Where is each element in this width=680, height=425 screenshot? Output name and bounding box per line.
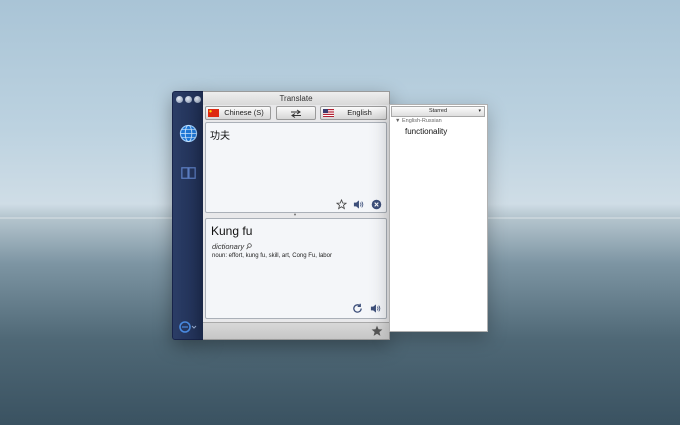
search-icon[interactable] bbox=[246, 243, 252, 250]
close-window-button[interactable] bbox=[176, 96, 183, 103]
dictionary-label-text: dictionary bbox=[212, 242, 245, 251]
window-title: Translate bbox=[203, 92, 389, 105]
clear-icon[interactable] bbox=[371, 199, 382, 210]
chevron-down-icon: ▾ bbox=[478, 108, 481, 114]
starred-toggle-star-icon[interactable] bbox=[371, 325, 383, 337]
translate-window: Translate Chinese (S) English 功夫 Kung fu… bbox=[203, 91, 390, 340]
language-menu-icon[interactable] bbox=[178, 321, 198, 333]
dictionary-label: dictionary bbox=[212, 242, 252, 251]
disclosure-triangle-icon[interactable]: ▼ bbox=[395, 118, 400, 124]
source-language-label: Chinese (S) bbox=[224, 108, 264, 117]
us-flag-icon bbox=[323, 109, 334, 117]
swap-languages-button[interactable] bbox=[276, 106, 316, 120]
refresh-icon[interactable] bbox=[352, 303, 363, 314]
pane-splitter[interactable] bbox=[293, 213, 297, 216]
starred-group-label: English-Russian bbox=[401, 118, 442, 124]
zoom-window-button[interactable] bbox=[194, 96, 201, 103]
swap-arrows-icon bbox=[291, 109, 301, 118]
source-language-button[interactable]: Chinese (S) bbox=[205, 106, 271, 120]
starred-group[interactable]: ▼ English-Russian bbox=[395, 118, 442, 124]
star-icon[interactable] bbox=[336, 199, 347, 210]
globe-icon[interactable] bbox=[179, 124, 198, 143]
translation-meanings: noun: effort, kung fu, skill, art, Cong … bbox=[212, 253, 332, 259]
sidebar bbox=[172, 91, 205, 340]
source-text[interactable]: 功夫 bbox=[210, 127, 230, 142]
target-language-button[interactable]: English bbox=[320, 106, 387, 120]
language-bar: Chinese (S) English bbox=[203, 105, 389, 122]
china-flag-icon bbox=[208, 109, 219, 117]
translation-result-area: Kung fu dictionary noun: effort, kung fu… bbox=[205, 218, 387, 319]
translated-word: Kung fu bbox=[211, 224, 253, 238]
bottom-bar bbox=[203, 322, 389, 339]
starred-header-label: Starred bbox=[428, 108, 448, 114]
speaker-icon[interactable] bbox=[370, 303, 381, 314]
speaker-icon[interactable] bbox=[353, 199, 364, 210]
starred-entry[interactable]: functionality bbox=[405, 127, 447, 136]
minimize-window-button[interactable] bbox=[185, 96, 192, 103]
source-text-area[interactable]: 功夫 bbox=[205, 122, 387, 213]
starred-dropdown[interactable]: Starred ▾ bbox=[391, 106, 485, 117]
dictionary-book-icon[interactable] bbox=[179, 164, 198, 183]
target-language-label: English bbox=[347, 108, 372, 117]
starred-panel: Starred ▾ ▼ English-Russian functionalit… bbox=[389, 104, 488, 332]
window-controls bbox=[176, 96, 201, 103]
